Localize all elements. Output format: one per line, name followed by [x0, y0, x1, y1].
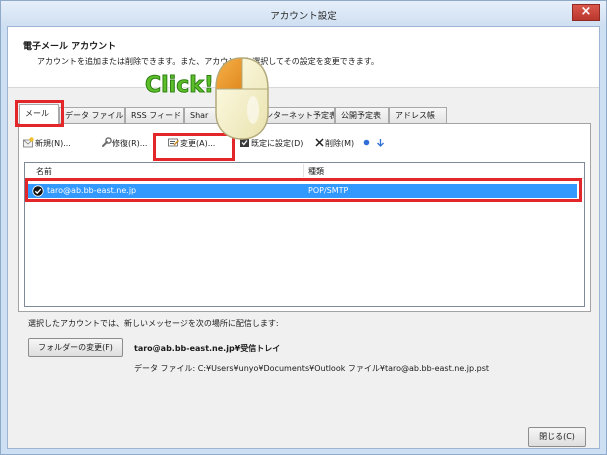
- tab-published-calendars[interactable]: 公開予定表: [335, 107, 389, 123]
- change-folder-button[interactable]: フォルダーの変更(F): [28, 338, 123, 357]
- close-icon: ×: [580, 4, 592, 19]
- new-account-button[interactable]: 新規(N)...: [35, 138, 71, 149]
- click-callout: Click!: [145, 73, 215, 99]
- window-title: アカウント設定: [270, 11, 337, 22]
- header-subtitle: アカウントを追加または削除できます。また、アカウントを選択してその設定を変更でき…: [37, 57, 379, 66]
- mouse-click-icon: [215, 57, 269, 140]
- list-header: 名前 種類: [25, 163, 584, 179]
- tab-rss-feeds[interactable]: RSS フィード: [125, 107, 184, 123]
- arrow-down-icon[interactable]: [375, 137, 386, 148]
- column-separator[interactable]: [303, 164, 304, 177]
- highlight-box-account-row: [25, 178, 582, 202]
- wrench-icon[interactable]: [101, 137, 112, 148]
- data-file-path: データ ファイル: C:¥Users¥unyo¥Documents¥Outloo…: [134, 364, 490, 373]
- highlight-box-mail-tab: [15, 100, 64, 127]
- close-dialog-button[interactable]: 閉じる(C): [528, 427, 586, 447]
- repair-button[interactable]: 修復(R)...: [112, 138, 147, 149]
- column-header-type[interactable]: 種類: [308, 166, 324, 177]
- dialog-header: 電子メール アカウント アカウントを追加または削除できます。また、アカウントを選…: [8, 27, 599, 88]
- close-window-button[interactable]: ×: [572, 4, 600, 21]
- arrow-up-icon[interactable]: [361, 137, 372, 148]
- tab-data-files[interactable]: データ ファイル: [59, 107, 125, 123]
- column-header-name[interactable]: 名前: [36, 166, 52, 177]
- title-bar: アカウント設定 ×: [1, 1, 606, 26]
- header-title: 電子メール アカウント: [23, 42, 117, 52]
- delivery-folder-path: taro@ab.bb-east.ne.jp¥受信トレイ: [134, 344, 281, 353]
- delivery-label: 選択したアカウントでは、新しいメッセージを次の場所に配信します:: [28, 319, 279, 328]
- delete-button[interactable]: 削除(M): [325, 138, 354, 149]
- delete-x-icon[interactable]: [314, 137, 325, 148]
- new-mail-icon[interactable]: [23, 137, 34, 148]
- account-settings-screen: アカウント設定 × 電子メール アカウント アカウントを追加または削除できます。…: [0, 0, 607, 455]
- tab-address-books[interactable]: アドレス帳: [389, 107, 447, 123]
